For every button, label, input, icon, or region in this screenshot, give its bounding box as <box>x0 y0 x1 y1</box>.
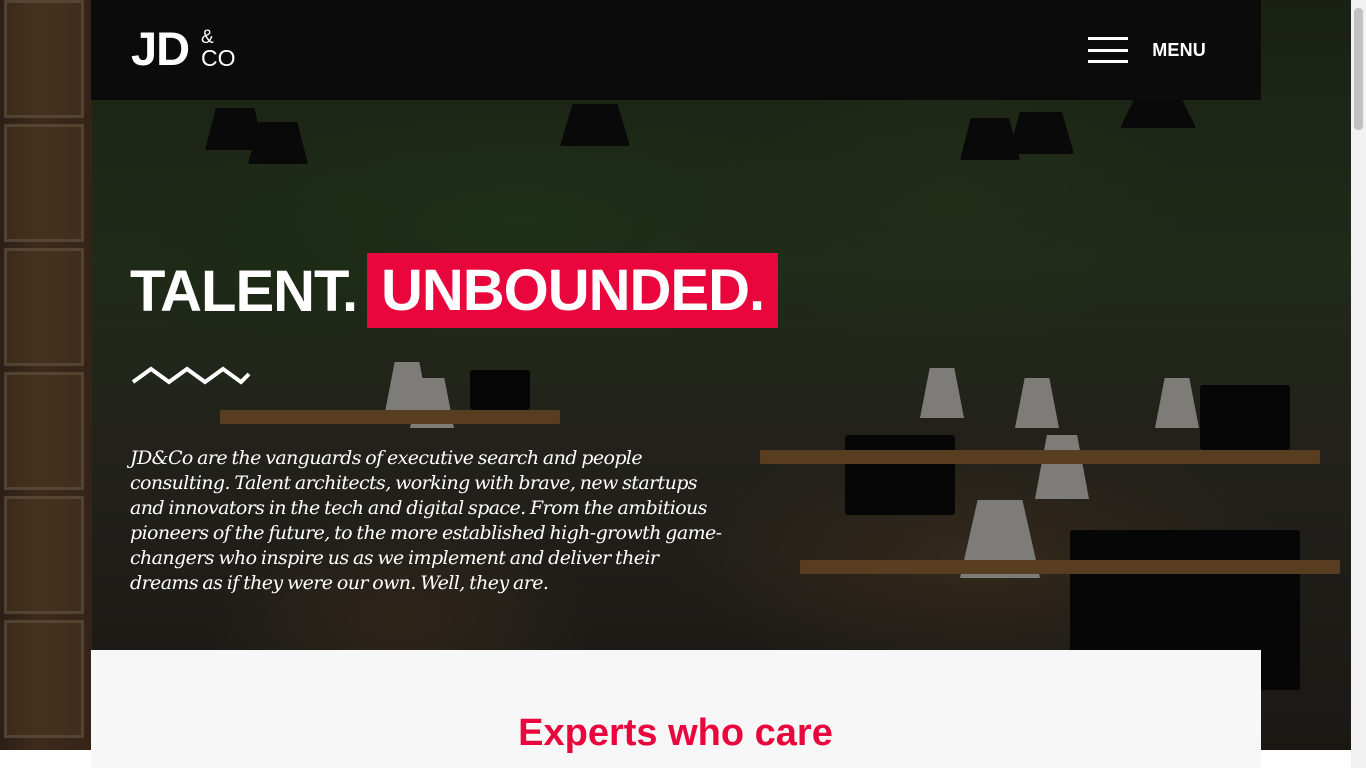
hamburger-icon[interactable] <box>1088 37 1128 63</box>
hero-intro-text: JD&Co are the vanguards of executive sea… <box>130 447 722 594</box>
section-title: Experts who care <box>518 712 833 754</box>
menu-button[interactable]: MENU <box>1088 36 1206 64</box>
headline-talent: TALENT. <box>130 259 358 324</box>
headline-unbounded-highlight: UNBOUNDED. <box>367 253 779 328</box>
menu-label: MENU <box>1152 40 1206 60</box>
jdco-logo[interactable]: JD & CO <box>131 24 241 74</box>
site-header: JD & CO MENU <box>91 0 1261 100</box>
page-scrollbar[interactable] <box>1351 0 1366 768</box>
logo-jd-text: JD <box>131 22 190 75</box>
logo-co-text: CO <box>201 45 236 71</box>
zigzag-icon <box>131 366 251 385</box>
scrollbar-thumb[interactable] <box>1354 8 1363 130</box>
